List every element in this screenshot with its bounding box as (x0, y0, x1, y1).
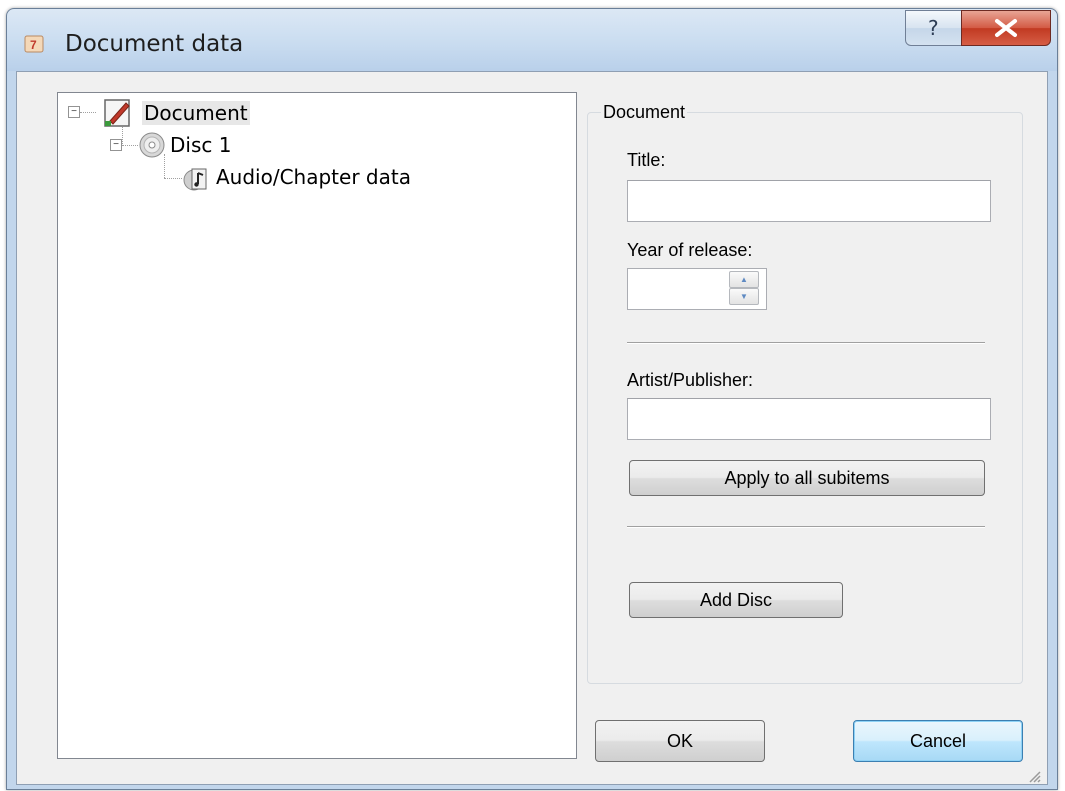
audio-file-icon (183, 168, 207, 191)
artist-input[interactable] (627, 398, 991, 440)
resize-grip-icon[interactable] (1025, 767, 1041, 783)
app-icon: 7 (24, 35, 44, 53)
document-icon (104, 99, 130, 127)
year-spinner: ▲ ▼ (729, 271, 759, 305)
artist-label: Artist/Publisher: (627, 370, 754, 390)
tree-item-audio-chapter-data[interactable]: Audio/Chapter data (216, 165, 411, 189)
window-title: Document data (65, 31, 244, 57)
tree-item-document[interactable]: Document (142, 101, 250, 125)
document-tree[interactable]: − Document − Disc 1 Audio/Chapter data (57, 92, 577, 759)
help-button[interactable]: ? (905, 10, 963, 46)
title-input[interactable] (627, 180, 991, 222)
close-button[interactable] (961, 10, 1051, 46)
groupbox-title: Document (601, 102, 688, 123)
spin-down-button[interactable]: ▼ (729, 288, 759, 305)
svg-text:7: 7 (30, 38, 37, 52)
year-label: Year of release: (627, 240, 753, 260)
spin-up-button[interactable]: ▲ (729, 271, 759, 288)
separator (627, 526, 985, 528)
disc-icon (139, 132, 165, 158)
tree-item-label: Document (142, 101, 250, 125)
separator (627, 342, 985, 344)
svg-text:?: ? (928, 16, 939, 40)
disc-collapse-toggle[interactable]: − (110, 139, 122, 151)
add-disc-button[interactable]: Add Disc (629, 582, 843, 618)
title-bar[interactable]: 7 Document data ? (7, 9, 1057, 75)
tree-connector (80, 112, 96, 113)
tree-connector (164, 178, 182, 179)
tree-item-label: Audio/Chapter data (216, 165, 411, 189)
dialog-client-area: − Document − Disc 1 Audio/Chapter data D… (16, 71, 1048, 785)
document-collapse-toggle[interactable]: − (68, 106, 80, 118)
close-icon (995, 19, 1017, 37)
tree-connector (122, 145, 138, 146)
cancel-button[interactable]: Cancel (853, 720, 1023, 762)
ok-button[interactable]: OK (595, 720, 765, 762)
tree-item-disc[interactable]: Disc 1 (170, 133, 231, 157)
help-icon: ? (928, 16, 939, 40)
apply-to-all-subitems-button[interactable]: Apply to all subitems (629, 460, 985, 496)
dialog-window: 7 Document data ? − Document − Disc 1 Au… (6, 8, 1058, 790)
tree-item-label: Disc 1 (170, 133, 232, 157)
title-label: Title: (627, 150, 666, 170)
